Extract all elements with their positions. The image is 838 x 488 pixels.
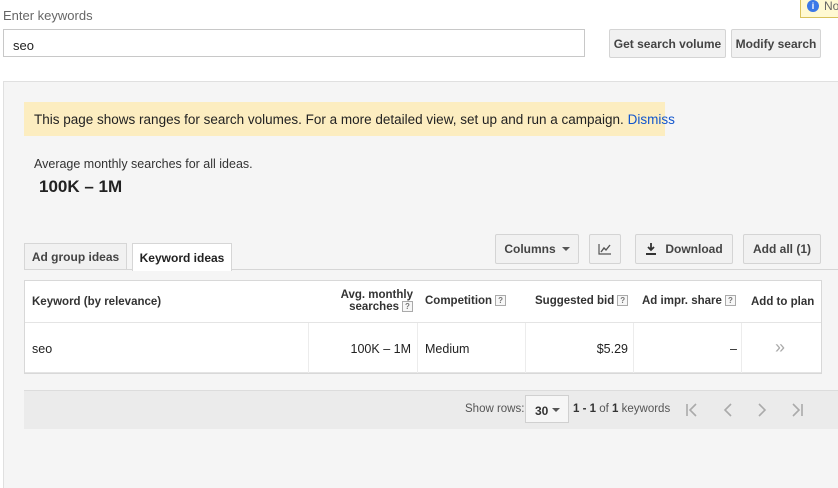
- download-icon: [646, 243, 657, 255]
- last-page-icon[interactable]: [787, 400, 807, 420]
- competition-cell: Medium: [425, 342, 470, 356]
- range-separator: -: [579, 403, 590, 415]
- download-button[interactable]: Download: [635, 234, 733, 264]
- info-banner: This page shows ranges for search volume…: [24, 102, 675, 136]
- tab-ad-group-ideas[interactable]: Ad group ideas: [24, 243, 127, 270]
- show-rows-label: Show rows:: [465, 403, 525, 415]
- rows-per-page-select[interactable]: 30: [525, 395, 569, 423]
- cell-divider: [308, 323, 309, 373]
- keywords-label: Enter keywords: [3, 8, 93, 23]
- header-competition[interactable]: Competition?: [425, 295, 507, 307]
- banner-text: This page shows ranges for search volume…: [34, 112, 624, 127]
- header-avg-line1: Avg. monthly: [340, 289, 413, 301]
- add-all-button[interactable]: Add all (1): [743, 234, 821, 264]
- dismiss-link[interactable]: Dismiss: [628, 112, 675, 127]
- average-searches-label: Average monthly searches for all ideas.: [34, 157, 253, 171]
- notification-text: No: [824, 0, 838, 13]
- avg-searches-cell: 100K – 1M: [350, 342, 411, 356]
- first-page-icon[interactable]: [682, 400, 702, 420]
- help-icon[interactable]: ?: [724, 295, 736, 307]
- header-competition-label: Competition: [425, 295, 493, 307]
- banner-message: This page shows ranges for search volume…: [34, 112, 675, 127]
- cell-divider: [417, 323, 418, 373]
- chevron-down-icon: [561, 247, 570, 251]
- table-row: seo 100K – 1M Medium $5.29 – »: [25, 323, 821, 373]
- results-range: 1 - 1 of 1 keywords: [573, 403, 670, 415]
- add-to-plan-chevron-icon[interactable]: »: [775, 337, 785, 358]
- table-header: Keyword (by relevance) Avg. monthly sear…: [25, 281, 821, 323]
- suggested-bid-cell: $5.29: [596, 342, 628, 356]
- help-icon[interactable]: ?: [617, 295, 629, 307]
- info-icon: i: [807, 0, 819, 12]
- header-avg-monthly-searches[interactable]: Avg. monthly searches?: [325, 289, 413, 313]
- help-icon[interactable]: ?: [402, 301, 413, 313]
- keywords-input[interactable]: seo: [3, 29, 585, 57]
- header-impr-label: Ad impr. share: [642, 295, 722, 307]
- download-label: Download: [665, 242, 723, 256]
- modify-search-button[interactable]: Modify search: [731, 29, 821, 58]
- tab-keyword-ideas[interactable]: Keyword ideas: [132, 243, 232, 271]
- next-page-icon[interactable]: [752, 400, 772, 420]
- cell-divider: [741, 323, 742, 373]
- keyword-cell: seo: [32, 342, 53, 356]
- chart-toggle-button[interactable]: [589, 234, 621, 264]
- header-keyword[interactable]: Keyword (by relevance): [32, 296, 161, 308]
- average-searches-value: 100K – 1M: [39, 177, 123, 196]
- help-icon[interactable]: ?: [495, 295, 507, 307]
- get-search-volume-button[interactable]: Get search volume: [609, 29, 726, 58]
- header-ad-impr-share[interactable]: Ad impr. share?: [642, 295, 736, 307]
- cell-divider: [633, 323, 634, 373]
- rows-per-page-value: 30: [535, 404, 549, 418]
- impr-share-cell: –: [730, 342, 737, 356]
- keyword-table: Keyword (by relevance) Avg. monthly sear…: [24, 280, 822, 374]
- line-chart-icon: [598, 244, 611, 255]
- header-bid-label: Suggested bid: [535, 295, 615, 307]
- range-of: of: [596, 403, 613, 415]
- notification-chip[interactable]: i No: [800, 0, 838, 18]
- columns-label: Columns: [504, 242, 556, 256]
- columns-button[interactable]: Columns: [495, 234, 579, 264]
- pagination-bar: Show rows: 30 1 - 1 of 1 keywords: [24, 390, 838, 429]
- range-unit: keywords: [618, 403, 671, 415]
- header-avg-line2: searches: [349, 301, 399, 313]
- chevron-down-icon: [552, 408, 560, 412]
- cell-divider: [525, 323, 526, 373]
- header-add-to-plan: Add to plan: [751, 296, 815, 308]
- header-suggested-bid[interactable]: Suggested bid?: [535, 295, 629, 307]
- previous-page-icon[interactable]: [718, 400, 738, 420]
